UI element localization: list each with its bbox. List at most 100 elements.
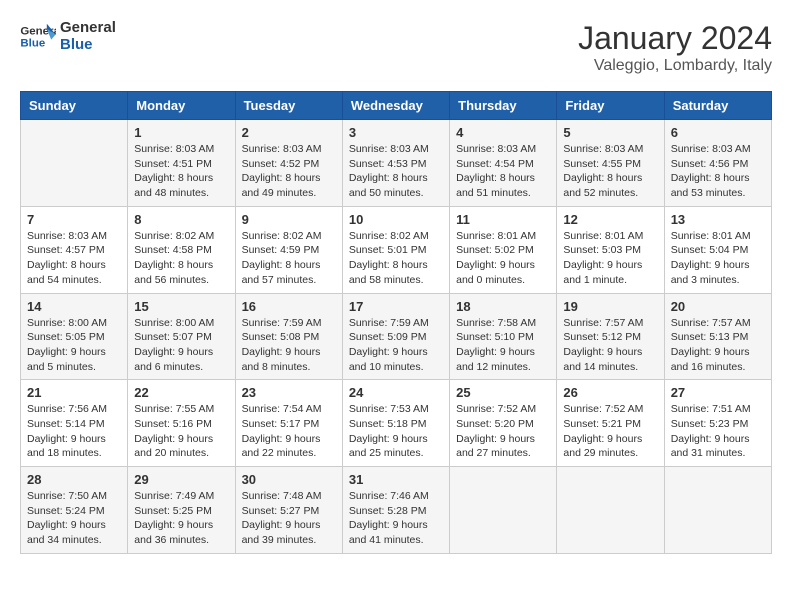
day-number: 27	[671, 385, 765, 400]
calendar-cell: 28Sunrise: 7:50 AM Sunset: 5:24 PM Dayli…	[21, 467, 128, 554]
day-number: 21	[27, 385, 121, 400]
weekday-header-sunday: Sunday	[21, 92, 128, 120]
day-number: 6	[671, 125, 765, 140]
calendar-cell: 24Sunrise: 7:53 AM Sunset: 5:18 PM Dayli…	[342, 380, 449, 467]
day-info: Sunrise: 8:01 AM Sunset: 5:04 PM Dayligh…	[671, 229, 765, 288]
logo: General Blue General Blue	[20, 20, 116, 53]
day-info: Sunrise: 8:02 AM Sunset: 4:59 PM Dayligh…	[242, 229, 336, 288]
day-info: Sunrise: 7:57 AM Sunset: 5:13 PM Dayligh…	[671, 316, 765, 375]
day-info: Sunrise: 7:59 AM Sunset: 5:09 PM Dayligh…	[349, 316, 443, 375]
day-number: 13	[671, 212, 765, 227]
calendar-cell: 5 Sunrise: 8:03 AM Sunset: 4:55 PM Daylig…	[557, 120, 664, 207]
calendar-cell: 20Sunrise: 7:57 AM Sunset: 5:13 PM Dayli…	[664, 293, 771, 380]
day-number: 3	[349, 125, 443, 140]
calendar-cell: 18Sunrise: 7:58 AM Sunset: 5:10 PM Dayli…	[450, 293, 557, 380]
calendar-cell: 23 Sunrise: 7:54 AM Sunset: 5:17 PM Dayli…	[235, 380, 342, 467]
day-info: Sunrise: 7:57 AM Sunset: 5:12 PM Dayligh…	[563, 316, 657, 375]
day-number: 22	[134, 385, 228, 400]
weekday-header-monday: Monday	[128, 92, 235, 120]
day-number: 23	[242, 385, 336, 400]
day-number: 9	[242, 212, 336, 227]
day-info: Sunrise: 7:48 AM Sunset: 5:27 PM Dayligh…	[242, 489, 336, 548]
day-number: 1	[134, 125, 228, 140]
header-row: SundayMondayTuesdayWednesdayThursdayFrid…	[21, 92, 772, 120]
day-number: 8	[134, 212, 228, 227]
day-info: Sunrise: 7:50 AM Sunset: 5:24 PM Dayligh…	[27, 489, 121, 548]
day-number: 11	[456, 212, 550, 227]
day-number: 25	[456, 385, 550, 400]
calendar-cell: 6 Sunrise: 8:03 AM Sunset: 4:56 PM Daylig…	[664, 120, 771, 207]
weekday-header-saturday: Saturday	[664, 92, 771, 120]
calendar-week-1: 1 Sunrise: 8:03 AM Sunset: 4:51 PM Daylig…	[21, 120, 772, 207]
calendar-week-5: 28Sunrise: 7:50 AM Sunset: 5:24 PM Dayli…	[21, 467, 772, 554]
weekday-header-wednesday: Wednesday	[342, 92, 449, 120]
calendar-body: 1 Sunrise: 8:03 AM Sunset: 4:51 PM Daylig…	[21, 120, 772, 554]
day-info: Sunrise: 8:03 AM Sunset: 4:56 PM Dayligh…	[671, 142, 765, 201]
day-info: Sunrise: 7:52 AM Sunset: 5:20 PM Dayligh…	[456, 402, 550, 461]
day-info: Sunrise: 8:02 AM Sunset: 5:01 PM Dayligh…	[349, 229, 443, 288]
day-number: 17	[349, 299, 443, 314]
calendar-cell: 26Sunrise: 7:52 AM Sunset: 5:21 PM Dayli…	[557, 380, 664, 467]
day-info: Sunrise: 8:03 AM Sunset: 4:52 PM Dayligh…	[242, 142, 336, 201]
day-number: 19	[563, 299, 657, 314]
calendar-cell: 12 Sunrise: 8:01 AM Sunset: 5:03 PM Dayli…	[557, 206, 664, 293]
calendar-cell: 2 Sunrise: 8:03 AM Sunset: 4:52 PM Daylig…	[235, 120, 342, 207]
calendar-header: SundayMondayTuesdayWednesdayThursdayFrid…	[21, 92, 772, 120]
day-number: 5	[563, 125, 657, 140]
day-info: Sunrise: 8:03 AM Sunset: 4:51 PM Dayligh…	[134, 142, 228, 201]
day-info: Sunrise: 7:54 AM Sunset: 5:17 PM Dayligh…	[242, 402, 336, 461]
svg-text:Blue: Blue	[20, 37, 45, 49]
calendar-cell: 31Sunrise: 7:46 AM Sunset: 5:28 PM Dayli…	[342, 467, 449, 554]
calendar-cell: 10 Sunrise: 8:02 AM Sunset: 5:01 PM Dayli…	[342, 206, 449, 293]
calendar-cell: 19 Sunrise: 7:57 AM Sunset: 5:12 PM Dayli…	[557, 293, 664, 380]
calendar-table: SundayMondayTuesdayWednesdayThursdayFrid…	[20, 91, 772, 554]
calendar-week-2: 7Sunrise: 8:03 AM Sunset: 4:57 PM Daylig…	[21, 206, 772, 293]
month-title: January 2024	[578, 20, 772, 57]
day-info: Sunrise: 7:53 AM Sunset: 5:18 PM Dayligh…	[349, 402, 443, 461]
calendar-cell: 4Sunrise: 8:03 AM Sunset: 4:54 PM Daylig…	[450, 120, 557, 207]
calendar-cell	[21, 120, 128, 207]
calendar-cell	[450, 467, 557, 554]
logo-text-blue: Blue	[60, 37, 116, 54]
day-info: Sunrise: 7:59 AM Sunset: 5:08 PM Dayligh…	[242, 316, 336, 375]
logo-icon: General Blue	[20, 22, 56, 52]
day-info: Sunrise: 8:03 AM Sunset: 4:53 PM Dayligh…	[349, 142, 443, 201]
day-info: Sunrise: 8:03 AM Sunset: 4:55 PM Dayligh…	[563, 142, 657, 201]
day-info: Sunrise: 8:01 AM Sunset: 5:03 PM Dayligh…	[563, 229, 657, 288]
calendar-cell: 13 Sunrise: 8:01 AM Sunset: 5:04 PM Dayli…	[664, 206, 771, 293]
day-number: 30	[242, 472, 336, 487]
calendar-cell: 25 Sunrise: 7:52 AM Sunset: 5:20 PM Dayli…	[450, 380, 557, 467]
day-number: 29	[134, 472, 228, 487]
day-number: 10	[349, 212, 443, 227]
title-section: January 2024 Valeggio, Lombardy, Italy	[578, 20, 772, 75]
day-number: 2	[242, 125, 336, 140]
logo-text-general: General	[60, 20, 116, 37]
page-header: General Blue General Blue January 2024 V…	[20, 20, 772, 75]
calendar-cell: 27Sunrise: 7:51 AM Sunset: 5:23 PM Dayli…	[664, 380, 771, 467]
calendar-cell: 16Sunrise: 7:59 AM Sunset: 5:08 PM Dayli…	[235, 293, 342, 380]
calendar-cell: 22Sunrise: 7:55 AM Sunset: 5:16 PM Dayli…	[128, 380, 235, 467]
day-info: Sunrise: 8:03 AM Sunset: 4:57 PM Dayligh…	[27, 229, 121, 288]
day-info: Sunrise: 8:00 AM Sunset: 5:07 PM Dayligh…	[134, 316, 228, 375]
calendar-cell: 15Sunrise: 8:00 AM Sunset: 5:07 PM Dayli…	[128, 293, 235, 380]
calendar-cell: 7Sunrise: 8:03 AM Sunset: 4:57 PM Daylig…	[21, 206, 128, 293]
day-info: Sunrise: 7:49 AM Sunset: 5:25 PM Dayligh…	[134, 489, 228, 548]
calendar-cell: 1 Sunrise: 8:03 AM Sunset: 4:51 PM Daylig…	[128, 120, 235, 207]
location-title: Valeggio, Lombardy, Italy	[578, 57, 772, 75]
calendar-cell: 21 Sunrise: 7:56 AM Sunset: 5:14 PM Dayli…	[21, 380, 128, 467]
calendar-cell: 3 Sunrise: 8:03 AM Sunset: 4:53 PM Daylig…	[342, 120, 449, 207]
calendar-cell: 17 Sunrise: 7:59 AM Sunset: 5:09 PM Dayli…	[342, 293, 449, 380]
day-number: 26	[563, 385, 657, 400]
day-info: Sunrise: 8:01 AM Sunset: 5:02 PM Dayligh…	[456, 229, 550, 288]
weekday-header-thursday: Thursday	[450, 92, 557, 120]
calendar-cell	[664, 467, 771, 554]
day-info: Sunrise: 7:56 AM Sunset: 5:14 PM Dayligh…	[27, 402, 121, 461]
calendar-cell: 29 Sunrise: 7:49 AM Sunset: 5:25 PM Dayli…	[128, 467, 235, 554]
calendar-cell: 9 Sunrise: 8:02 AM Sunset: 4:59 PM Daylig…	[235, 206, 342, 293]
day-info: Sunrise: 8:03 AM Sunset: 4:54 PM Dayligh…	[456, 142, 550, 201]
weekday-header-friday: Friday	[557, 92, 664, 120]
day-number: 12	[563, 212, 657, 227]
calendar-cell: 8Sunrise: 8:02 AM Sunset: 4:58 PM Daylig…	[128, 206, 235, 293]
calendar-cell: 11 Sunrise: 8:01 AM Sunset: 5:02 PM Dayli…	[450, 206, 557, 293]
calendar-cell: 14Sunrise: 8:00 AM Sunset: 5:05 PM Dayli…	[21, 293, 128, 380]
